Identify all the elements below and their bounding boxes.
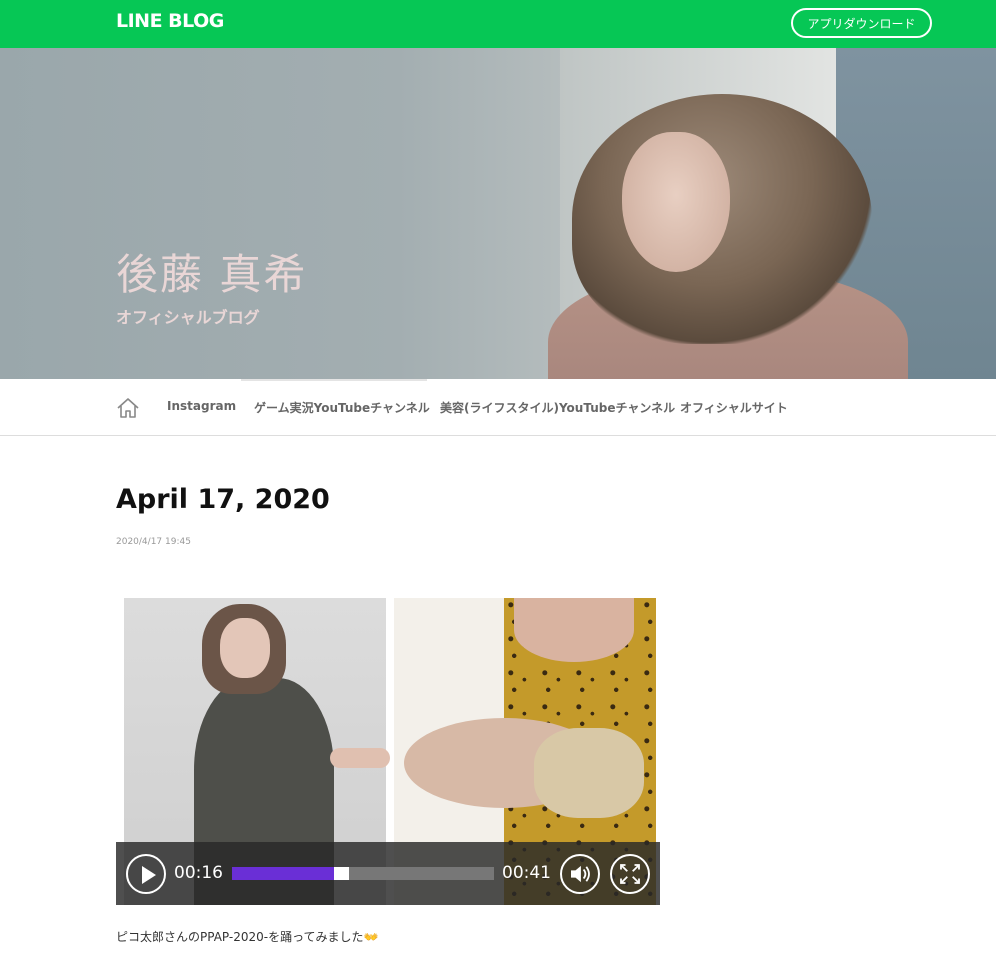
nav-item-instagram[interactable]: Instagram: [167, 399, 236, 413]
current-time: 00:16: [174, 863, 223, 883]
app-download-button[interactable]: アプリダウンロード: [791, 8, 932, 38]
fullscreen-icon: [620, 864, 640, 884]
post-datetime: 2020/4/17 19:45: [116, 537, 191, 547]
post-caption: ピコ太郎さんのPPAP-2020-を踊ってみました👐: [116, 930, 379, 944]
hero-banner: 後藤 真希 オフィシャルブログ: [0, 48, 996, 379]
video-player[interactable]: 00:16 00:41: [116, 598, 660, 905]
post-title[interactable]: April 17, 2020: [116, 484, 330, 515]
play-button[interactable]: [126, 854, 166, 894]
nav-item-game-youtube[interactable]: ゲーム実況YouTubeチャンネル: [254, 399, 430, 416]
video-person-face: [220, 618, 270, 678]
duration: 00:41: [502, 863, 551, 883]
video-pineapple: [534, 728, 644, 818]
blog-subtitle: オフィシャルブログ: [116, 308, 260, 327]
nav-active-indicator: [241, 379, 427, 381]
video-person-arm: [330, 748, 390, 768]
video-chin: [514, 598, 634, 662]
nav-item-beauty-youtube[interactable]: 美容(ライフスタイル)YouTubeチャンネル: [440, 399, 675, 416]
volume-icon: [571, 865, 590, 883]
hero-person-face: [622, 132, 730, 272]
line-blog-logo[interactable]: LINE BLOG: [116, 10, 224, 32]
volume-button[interactable]: [560, 854, 600, 894]
fullscreen-button[interactable]: [610, 854, 650, 894]
seek-progress: [232, 867, 335, 880]
seek-bar[interactable]: [232, 867, 494, 880]
play-icon: [142, 866, 156, 884]
home-icon[interactable]: [116, 396, 140, 420]
top-bar: LINE BLOG アプリダウンロード: [0, 0, 996, 48]
video-controls: 00:16 00:41: [116, 842, 660, 905]
blog-nav: Instagram ゲーム実況YouTubeチャンネル 美容(ライフスタイル)Y…: [0, 379, 996, 436]
blog-owner-name[interactable]: 後藤 真希: [116, 241, 307, 302]
nav-item-official-site[interactable]: オフィシャルサイト: [680, 399, 788, 416]
seek-thumb[interactable]: [334, 867, 350, 880]
